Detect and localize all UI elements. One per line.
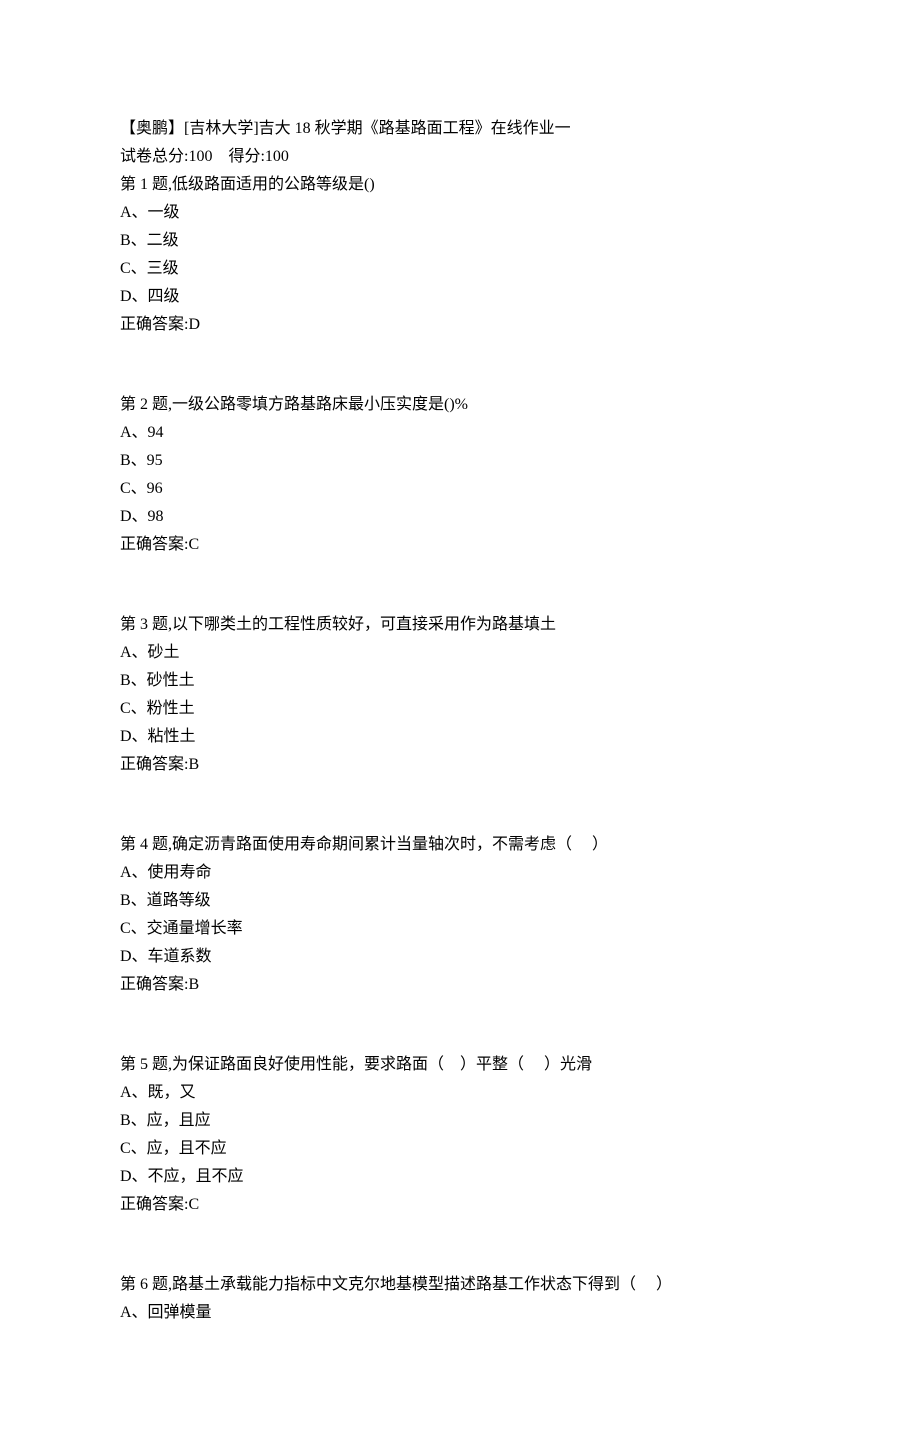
question-stem: 第 4 题,确定沥青路面使用寿命期间累计当量轴次时，不需考虑（ ） [120,831,800,859]
question-option: B、砂性土 [120,667,800,695]
question-option: B、二级 [120,227,800,255]
question-stem: 第 6 题,路基土承载能力指标中文克尔地基模型描述路基工作状态下得到（ ） [120,1271,800,1299]
question-1: 第 1 题,低级路面适用的公路等级是() A、一级 B、二级 C、三级 D、四级… [120,171,800,339]
question-6: 第 6 题,路基土承载能力指标中文克尔地基模型描述路基工作状态下得到（ ） A、… [120,1271,800,1327]
question-option: D、不应，且不应 [120,1163,800,1191]
document-page: 【奥鹏】[吉林大学]吉大 18 秋学期《路基路面工程》在线作业一 试卷总分:10… [0,0,920,1439]
question-stem: 第 1 题,低级路面适用的公路等级是() [120,171,800,199]
question-option: C、粉性土 [120,695,800,723]
question-answer: 正确答案:D [120,311,800,339]
question-stem: 第 3 题,以下哪类土的工程性质较好，可直接采用作为路基填土 [120,611,800,639]
question-option: A、既，又 [120,1079,800,1107]
question-stem: 第 5 题,为保证路面良好使用性能，要求路面（ ）平整（ ）光滑 [120,1051,800,1079]
question-option: A、一级 [120,199,800,227]
question-option: C、交通量增长率 [120,915,800,943]
question-option: D、粘性土 [120,723,800,751]
question-2: 第 2 题,一级公路零填方路基路床最小压实度是()% A、94 B、95 C、9… [120,391,800,559]
question-option: C、应，且不应 [120,1135,800,1163]
question-answer: 正确答案:C [120,1191,800,1219]
question-option: B、95 [120,447,800,475]
question-option: D、车道系数 [120,943,800,971]
question-option: C、96 [120,475,800,503]
question-3: 第 3 题,以下哪类土的工程性质较好，可直接采用作为路基填土 A、砂土 B、砂性… [120,611,800,779]
question-option: B、应，且应 [120,1107,800,1135]
doc-title: 【奥鹏】[吉林大学]吉大 18 秋学期《路基路面工程》在线作业一 [120,115,800,143]
question-stem: 第 2 题,一级公路零填方路基路床最小压实度是()% [120,391,800,419]
question-option: A、使用寿命 [120,859,800,887]
question-option: D、98 [120,503,800,531]
question-answer: 正确答案:C [120,531,800,559]
question-answer: 正确答案:B [120,971,800,999]
question-option: D、四级 [120,283,800,311]
question-option: B、道路等级 [120,887,800,915]
question-option: C、三级 [120,255,800,283]
question-option: A、回弹模量 [120,1299,800,1327]
question-option: A、砂土 [120,639,800,667]
doc-scoreline: 试卷总分:100 得分:100 [120,143,800,171]
question-answer: 正确答案:B [120,751,800,779]
question-option: A、94 [120,419,800,447]
question-4: 第 4 题,确定沥青路面使用寿命期间累计当量轴次时，不需考虑（ ） A、使用寿命… [120,831,800,999]
question-5: 第 5 题,为保证路面良好使用性能，要求路面（ ）平整（ ）光滑 A、既，又 B… [120,1051,800,1219]
